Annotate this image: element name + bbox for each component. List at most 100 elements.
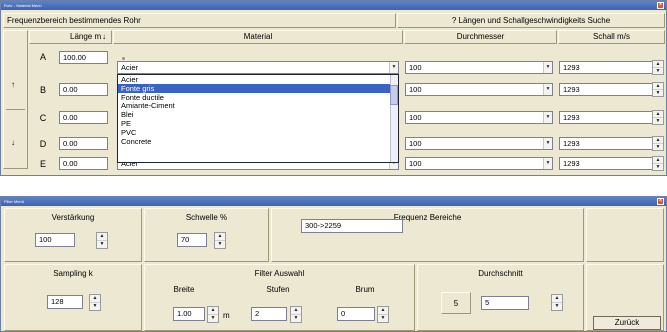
width-label: Breite — [173, 285, 195, 294]
diameter-select-value: 100 — [409, 159, 422, 168]
speed-select-value: 1293 — [563, 159, 580, 168]
material-option[interactable]: Blei — [118, 110, 398, 119]
spin-up-icon[interactable]: ▲ — [215, 233, 225, 241]
spin-down-icon[interactable]: ▼ — [97, 241, 107, 249]
filter-menu-window: Filter Menü × Verstärkung 100 ▲ ▼ Schwell… — [0, 196, 667, 332]
diameter-select-value: 100 — [409, 113, 422, 122]
material-dropdown-list[interactable]: Acier Fonte gris Fonte ductile Amiante-C… — [117, 74, 399, 163]
threshold-input[interactable]: 70 — [177, 233, 207, 247]
back-button[interactable]: Zurück — [593, 316, 661, 330]
threshold-spinner[interactable]: ▲ ▼ — [214, 232, 226, 249]
spin-up-icon[interactable]: ▲ — [90, 295, 100, 303]
spin-up-icon[interactable]: ▲ — [97, 233, 107, 241]
material-option[interactable]: Acier — [118, 75, 398, 84]
spin-down-icon[interactable]: ▼ — [653, 144, 663, 151]
window-titlebar: Filter Menü × — [1, 197, 666, 206]
spin-down-icon[interactable]: ▼ — [653, 90, 663, 97]
chevron-down-icon[interactable]: ▼ — [543, 138, 552, 149]
material-option[interactable]: PVC — [118, 128, 398, 137]
chevron-down-icon[interactable]: ▼ — [543, 158, 552, 169]
spin-down-icon[interactable]: ▼ — [90, 303, 100, 311]
average-spinner[interactable]: ▲ ▼ — [551, 294, 563, 311]
spin-down-icon[interactable]: ▼ — [378, 315, 388, 323]
spin-up-icon[interactable]: ▲ — [378, 307, 388, 315]
diameter-select[interactable]: 100 ▼ — [405, 157, 553, 170]
row-letter: A — [39, 52, 46, 62]
length-input[interactable]: 0.00 — [59, 137, 108, 150]
speed-spinner[interactable]: ▲ ▼ — [652, 110, 664, 125]
speed-select[interactable]: 1293 ▼ — [559, 157, 662, 170]
speed-spinner[interactable]: ▲ ▼ — [652, 82, 664, 97]
diameter-select[interactable]: 100 ▼ — [405, 111, 553, 124]
hum-spinner[interactable]: ▲ ▼ — [377, 306, 389, 323]
column-header-diameter: Durchmesser — [404, 30, 557, 44]
speed-select[interactable]: 1293 ▼ — [559, 83, 662, 96]
sampling-spinner[interactable]: ▲ ▼ — [89, 294, 101, 311]
material-option[interactable]: Amiante-Ciment — [118, 101, 398, 110]
chevron-down-icon[interactable]: ▼ — [543, 84, 552, 95]
row-nav-panel — [3, 30, 28, 169]
speed-column-label: Schall m/s — [593, 32, 630, 41]
nav-divider — [6, 109, 25, 110]
diameter-select[interactable]: 100 ▼ — [405, 61, 553, 74]
spin-up-icon[interactable]: ▲ — [291, 307, 301, 315]
length-input[interactable]: 0.00 — [59, 83, 108, 96]
diameter-select-value: 100 — [409, 139, 422, 148]
stages-spinner[interactable]: ▲ ▼ — [290, 306, 302, 323]
move-up-arrow-icon[interactable]: ↑ — [11, 79, 15, 91]
length-input[interactable]: 0.00 — [59, 111, 108, 124]
hum-input[interactable]: 0 — [337, 307, 375, 321]
spin-down-icon[interactable]: ▼ — [208, 315, 218, 323]
column-header-material: Material — [113, 30, 403, 44]
length-input[interactable]: 100.00 — [59, 51, 108, 64]
diameter-select[interactable]: 100 ▼ — [405, 137, 553, 150]
column-header-speed: Schall m/s — [558, 30, 665, 44]
sampling-input[interactable]: 128 — [47, 295, 83, 309]
speed-select[interactable]: 1293 ▼ — [559, 61, 662, 74]
stages-input[interactable]: 2 — [251, 307, 287, 321]
spin-down-icon[interactable]: ▼ — [653, 164, 663, 171]
back-button-label: Zurück — [614, 318, 640, 327]
material-option[interactable]: Fonte ductile — [118, 93, 398, 102]
length-speed-search-button[interactable]: ? Längen und Schallgeschwindigkeits Such… — [397, 13, 665, 28]
move-down-arrow-icon[interactable]: ↓ — [11, 137, 15, 149]
width-input[interactable]: 1.00 — [173, 307, 205, 321]
window-title: Filter Menü — [4, 199, 25, 204]
sort-arrow-icon[interactable]: ↓ — [102, 31, 106, 43]
spin-down-icon[interactable]: ▼ — [653, 68, 663, 75]
column-header-length[interactable]: Länge m ↓ — [29, 30, 112, 44]
spin-down-icon[interactable]: ▼ — [291, 315, 301, 323]
close-icon[interactable]: × — [657, 2, 664, 9]
gain-input[interactable]: 100 — [35, 233, 75, 247]
length-input[interactable]: 0.00 — [59, 157, 108, 170]
spin-down-icon[interactable]: ▼ — [215, 241, 225, 249]
average-input[interactable]: 5 — [481, 296, 529, 310]
speed-select[interactable]: 1293 ▼ — [559, 111, 662, 124]
chevron-down-icon[interactable]: ▼ — [389, 62, 398, 73]
speed-select[interactable]: 1293 ▼ — [559, 137, 662, 150]
width-spinner[interactable]: ▲ ▼ — [207, 306, 219, 323]
speed-spinner[interactable]: ▲ ▼ — [652, 156, 664, 171]
spin-up-icon[interactable]: ▲ — [208, 307, 218, 315]
spin-down-icon[interactable]: ▼ — [653, 118, 663, 125]
speed-spinner[interactable]: ▲ ▼ — [652, 136, 664, 151]
diameter-select[interactable]: 100 ▼ — [405, 83, 553, 96]
speed-spinner[interactable]: ▲ ▼ — [652, 60, 664, 75]
material-column-label: Material — [243, 32, 273, 41]
close-icon[interactable]: × — [657, 198, 664, 205]
speed-select-value: 1293 — [563, 63, 580, 72]
chevron-down-icon[interactable]: ▼ — [543, 62, 552, 73]
material-select[interactable]: Acier ▼ — [117, 61, 399, 74]
gain-spinner[interactable]: ▲ ▼ — [96, 232, 108, 249]
spin-up-icon[interactable]: ▲ — [552, 295, 562, 303]
dropdown-scrollbar[interactable] — [390, 75, 398, 162]
search-button-label: ? Längen und Schallgeschwindigkeits Such… — [451, 16, 611, 25]
material-option-selected[interactable]: Fonte gris — [118, 83, 398, 93]
material-option[interactable]: PE — [118, 119, 398, 128]
spin-down-icon[interactable]: ▼ — [552, 303, 562, 311]
chevron-down-icon[interactable]: ▼ — [543, 112, 552, 123]
scrollbar-thumb[interactable] — [390, 85, 398, 105]
frequency-range-input[interactable]: 300->2259 — [301, 219, 403, 233]
speed-select-value: 1293 — [563, 85, 580, 94]
material-option[interactable]: Concrete — [118, 137, 398, 146]
